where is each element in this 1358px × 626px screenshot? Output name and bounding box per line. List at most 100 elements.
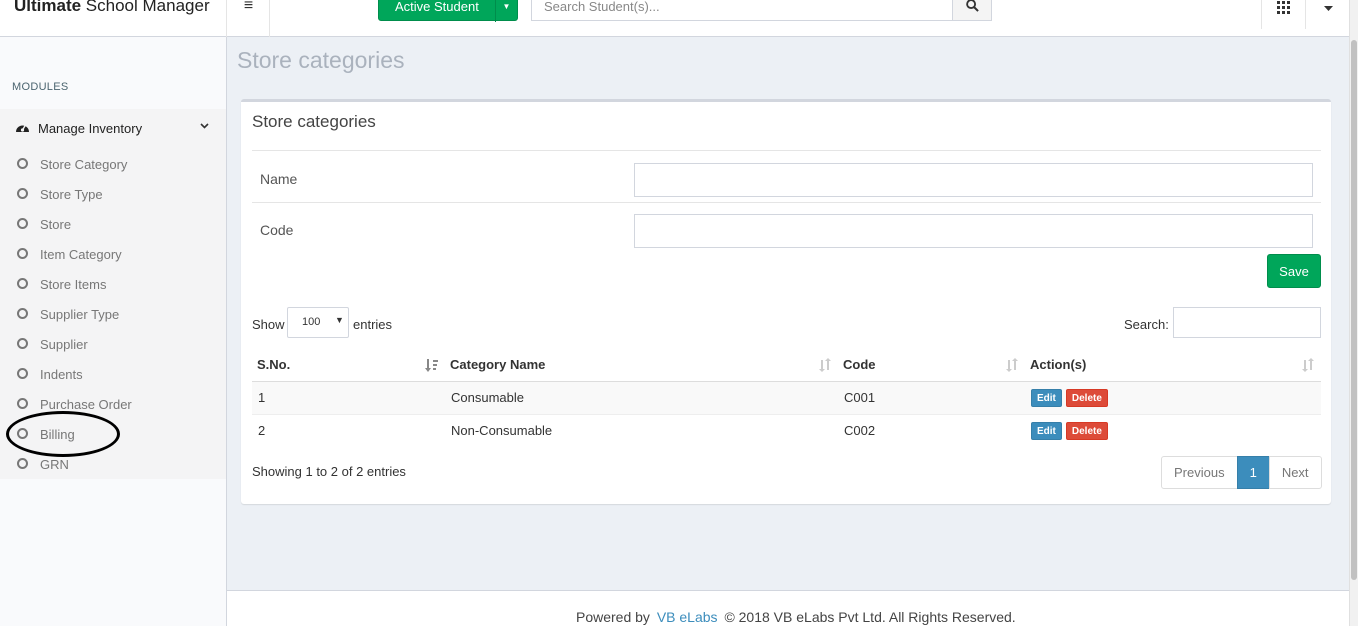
previous-page-button[interactable]: Previous xyxy=(1161,456,1238,489)
table-header-row: S.No. Category Name Code Action(s) xyxy=(252,348,1321,382)
search-button[interactable] xyxy=(952,0,992,21)
user-menu-dropdown[interactable] xyxy=(1305,0,1349,29)
next-page-button[interactable]: Next xyxy=(1268,456,1322,489)
divider xyxy=(252,202,1321,203)
edit-button[interactable]: Edit xyxy=(1031,421,1062,440)
sort-icon xyxy=(1302,358,1314,372)
sidebar-toggle-icon[interactable]: ≡ xyxy=(228,0,270,37)
select-arrow-icon: ▼ xyxy=(335,315,344,325)
entries-length-value: 100 xyxy=(302,316,321,328)
caret-down-icon xyxy=(1324,6,1333,11)
cell-code: C001 xyxy=(838,380,1025,414)
column-header-category-name[interactable]: Category Name xyxy=(445,348,838,382)
sidebar-item-supplier-type[interactable]: Supplier Type xyxy=(0,301,226,327)
entries-label: entries xyxy=(353,317,393,332)
sidebar-item-label: GRN xyxy=(40,457,69,472)
categories-table: S.No. Category Name Code Action(s) 1 Con… xyxy=(252,348,1321,447)
pagination: Previous 1 Next xyxy=(1161,456,1322,489)
cell-category-name: Consumable xyxy=(445,380,838,414)
sidebar-item-label: Indents xyxy=(40,367,83,382)
table-row: 1 Consumable C001 Edit Delete xyxy=(252,380,1321,414)
sidebar-item-label: Billing xyxy=(40,427,75,442)
sidebar-item-label: Store Category xyxy=(40,157,128,172)
name-label: Name xyxy=(260,171,298,187)
student-search-input[interactable] xyxy=(531,0,953,21)
code-field[interactable] xyxy=(634,214,1313,248)
save-button[interactable]: Save xyxy=(1267,254,1321,288)
search-icon xyxy=(966,0,979,12)
sidebar-item-billing[interactable]: Billing xyxy=(0,421,226,447)
table-search-input[interactable] xyxy=(1173,307,1321,338)
circle-icon xyxy=(17,368,28,379)
sidebar-item-purchase-order[interactable]: Purchase Order xyxy=(0,391,226,417)
grid-icon xyxy=(1277,1,1290,14)
active-student-label: Active Student xyxy=(395,0,479,14)
circle-icon xyxy=(17,458,28,469)
circle-icon xyxy=(17,278,28,289)
cell-category-name: Non-Consumable xyxy=(445,413,838,447)
show-label: Show xyxy=(252,317,285,332)
sidebar-item-supplier[interactable]: Supplier xyxy=(0,331,226,357)
dashboard-icon xyxy=(16,124,29,132)
sidebar-item-store-type[interactable]: Store Type xyxy=(0,181,226,207)
sidebar-item-label: Purchase Order xyxy=(40,397,132,412)
brand-logo[interactable]: Ultimate School Manager xyxy=(0,0,227,37)
cell-sno: 1 xyxy=(252,380,445,414)
store-categories-panel: Store categories Name Code Save Show 100… xyxy=(241,99,1331,504)
panel-title: Store categories xyxy=(252,112,376,131)
sidebar-item-indents[interactable]: Indents xyxy=(0,361,226,387)
brand-text: Ultimate School Manager xyxy=(14,0,210,15)
current-page-button[interactable]: 1 xyxy=(1236,456,1270,489)
page-title: Store categories xyxy=(237,47,405,73)
sidebar-item-label: Store xyxy=(40,217,72,232)
circle-icon xyxy=(17,398,28,409)
sidebar-item-grn[interactable]: GRN xyxy=(0,451,226,477)
company-link[interactable]: VB eLabs xyxy=(657,609,718,625)
sidebar-item-label: Manage Inventory xyxy=(38,121,143,136)
chevron-down-icon xyxy=(200,123,209,129)
apps-grid-button[interactable] xyxy=(1261,0,1305,29)
cell-sno: 2 xyxy=(252,413,445,447)
sidebar-item-store[interactable]: Store xyxy=(0,211,226,237)
sidebar-item-label: Supplier xyxy=(40,337,88,352)
column-header-actions[interactable]: Action(s) xyxy=(1025,348,1321,382)
table-info: Showing 1 to 2 of 2 entries xyxy=(252,464,406,479)
edit-button[interactable]: Edit xyxy=(1031,388,1062,407)
circle-icon xyxy=(17,428,28,439)
sidebar-item-store-category[interactable]: Store Category xyxy=(0,151,226,177)
circle-icon xyxy=(17,188,28,199)
sidebar-item-item-category[interactable]: Item Category xyxy=(0,241,226,267)
page-scrollbar[interactable] xyxy=(1349,0,1358,626)
code-label: Code xyxy=(260,222,294,238)
circle-icon xyxy=(17,218,28,229)
sidebar-item-label: Item Category xyxy=(40,247,122,262)
sidebar-item-label: Supplier Type xyxy=(40,307,120,322)
scrollbar-thumb[interactable] xyxy=(1351,40,1357,580)
sidebar-item-label: Store Type xyxy=(40,187,103,202)
circle-icon xyxy=(17,338,28,349)
sort-icon xyxy=(1006,358,1018,372)
cell-code: C002 xyxy=(838,413,1025,447)
sort-icon xyxy=(819,358,831,372)
sidebar: MODULES Manage Inventory Store Category … xyxy=(0,37,227,626)
column-header-code[interactable]: Code xyxy=(838,348,1025,382)
cell-actions: Edit Delete xyxy=(1025,413,1321,447)
circle-icon xyxy=(17,308,28,319)
footer-text: Powered by VB eLabs © 2018 VB eLabs Pvt … xyxy=(576,609,1016,625)
table-row: 2 Non-Consumable C002 Edit Delete xyxy=(252,413,1321,447)
table-search-label: Search: xyxy=(1124,317,1169,332)
circle-icon xyxy=(17,158,28,169)
sidebar-item-manage-inventory[interactable]: Manage Inventory xyxy=(0,113,226,145)
delete-button[interactable]: Delete xyxy=(1065,421,1108,440)
active-student-button[interactable]: Active Student ▼ xyxy=(378,0,518,22)
entries-length-select[interactable]: 100 ▼ xyxy=(287,307,349,338)
cell-actions: Edit Delete xyxy=(1025,380,1321,414)
sidebar-header: MODULES xyxy=(12,81,69,93)
sidebar-item-store-items[interactable]: Store Items xyxy=(0,271,226,297)
column-header-sno[interactable]: S.No. xyxy=(252,348,445,382)
delete-button[interactable]: Delete xyxy=(1065,388,1108,407)
sidebar-item-label: Store Items xyxy=(40,277,107,292)
caret-down-icon[interactable]: ▼ xyxy=(495,0,517,22)
name-field[interactable] xyxy=(634,163,1313,197)
footer: Powered by VB eLabs © 2018 VB eLabs Pvt … xyxy=(227,590,1349,626)
